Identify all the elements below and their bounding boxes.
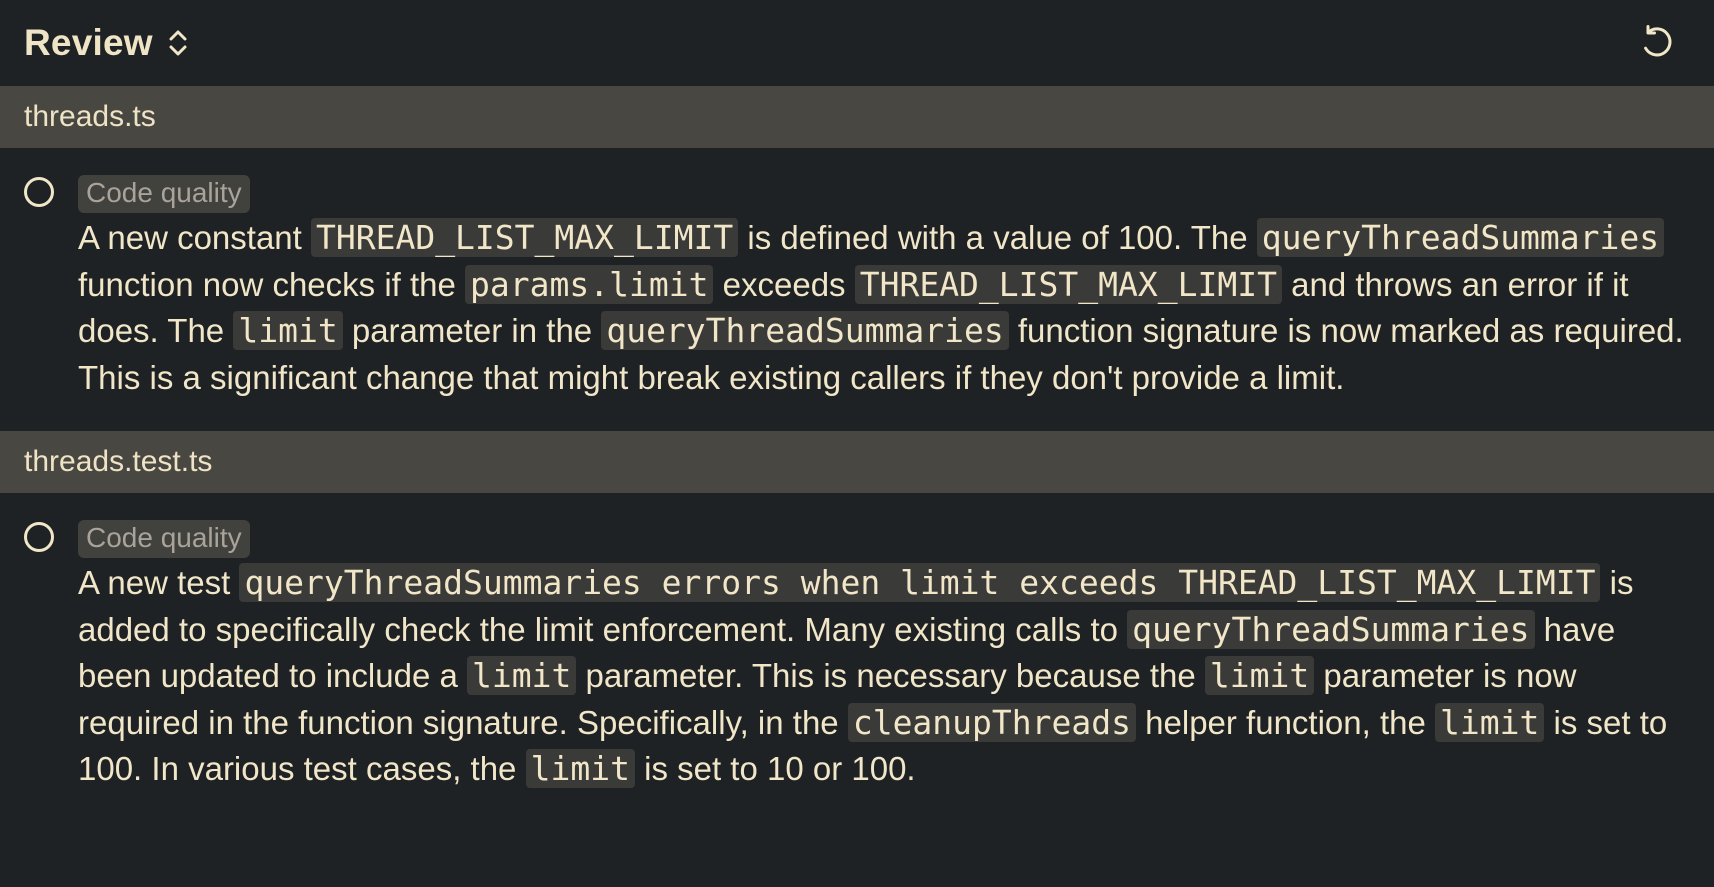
review-item: Code quality A new test queryThreadSumma… [0, 493, 1714, 823]
review-header: Review [0, 0, 1714, 86]
inline-code: params.limit [465, 264, 714, 304]
inline-code: queryThreadSummaries [601, 311, 1009, 350]
file-name: threads.test.ts [24, 445, 213, 478]
file-header: threads.test.ts [0, 431, 1714, 493]
review-mode-selector[interactable]: Review [24, 22, 189, 64]
category-badge: Code quality [78, 175, 250, 213]
description-text: is set to 10 or 100. [634, 750, 916, 787]
review-item-radio[interactable] [24, 177, 54, 207]
review-item-content: Code quality A new test queryThreadSumma… [78, 520, 1690, 793]
inline-code: queryThreadSummaries [1127, 609, 1535, 649]
file-section-threads: threads.ts Code quality A new constant T… [0, 86, 1714, 431]
description-text: parameter in the [342, 312, 602, 349]
description-text: is defined with a value of 100. The [738, 219, 1257, 256]
file-section-threads-test: threads.test.ts Code quality A new test … [0, 431, 1714, 823]
description-text: helper function, the [1135, 703, 1436, 741]
inline-code: limit [233, 311, 343, 350]
inline-code: cleanupThreads [847, 702, 1136, 742]
category-badge: Code quality [78, 520, 250, 558]
review-item-radio[interactable] [24, 522, 54, 552]
file-header: threads.ts [0, 86, 1714, 148]
review-description: A new test queryThreadSummaries errors w… [78, 560, 1690, 793]
review-item: Code quality A new constant THREAD_LIST_… [0, 148, 1714, 431]
chevron-up-down-icon[interactable] [167, 29, 189, 57]
file-name: threads.ts [24, 100, 156, 133]
inline-code: limit [1204, 656, 1315, 695]
description-text: exceeds [713, 265, 855, 303]
review-description: A new constant THREAD_LIST_MAX_LIMIT is … [78, 215, 1690, 401]
inline-code: queryThreadSummaries [1256, 218, 1665, 257]
inline-code: limit [467, 656, 577, 695]
refresh-button[interactable] [1634, 20, 1680, 66]
review-item-content: Code quality A new constant THREAD_LIST_… [78, 175, 1690, 401]
description-text: A new test [78, 564, 240, 601]
inline-code: THREAD_LIST_MAX_LIMIT [310, 218, 739, 257]
refresh-icon[interactable] [1638, 23, 1676, 64]
inline-code: limit [1435, 702, 1545, 742]
page-title: Review [24, 22, 153, 63]
inline-code: queryThreadSummaries errors when limit e… [239, 563, 1601, 602]
description-text: A new constant [78, 219, 311, 256]
inline-code: limit [525, 749, 635, 788]
inline-code: THREAD_LIST_MAX_LIMIT [854, 264, 1282, 304]
description-text: parameter. This is necessary because the [576, 657, 1205, 694]
description-text: function now checks if the [78, 265, 466, 303]
